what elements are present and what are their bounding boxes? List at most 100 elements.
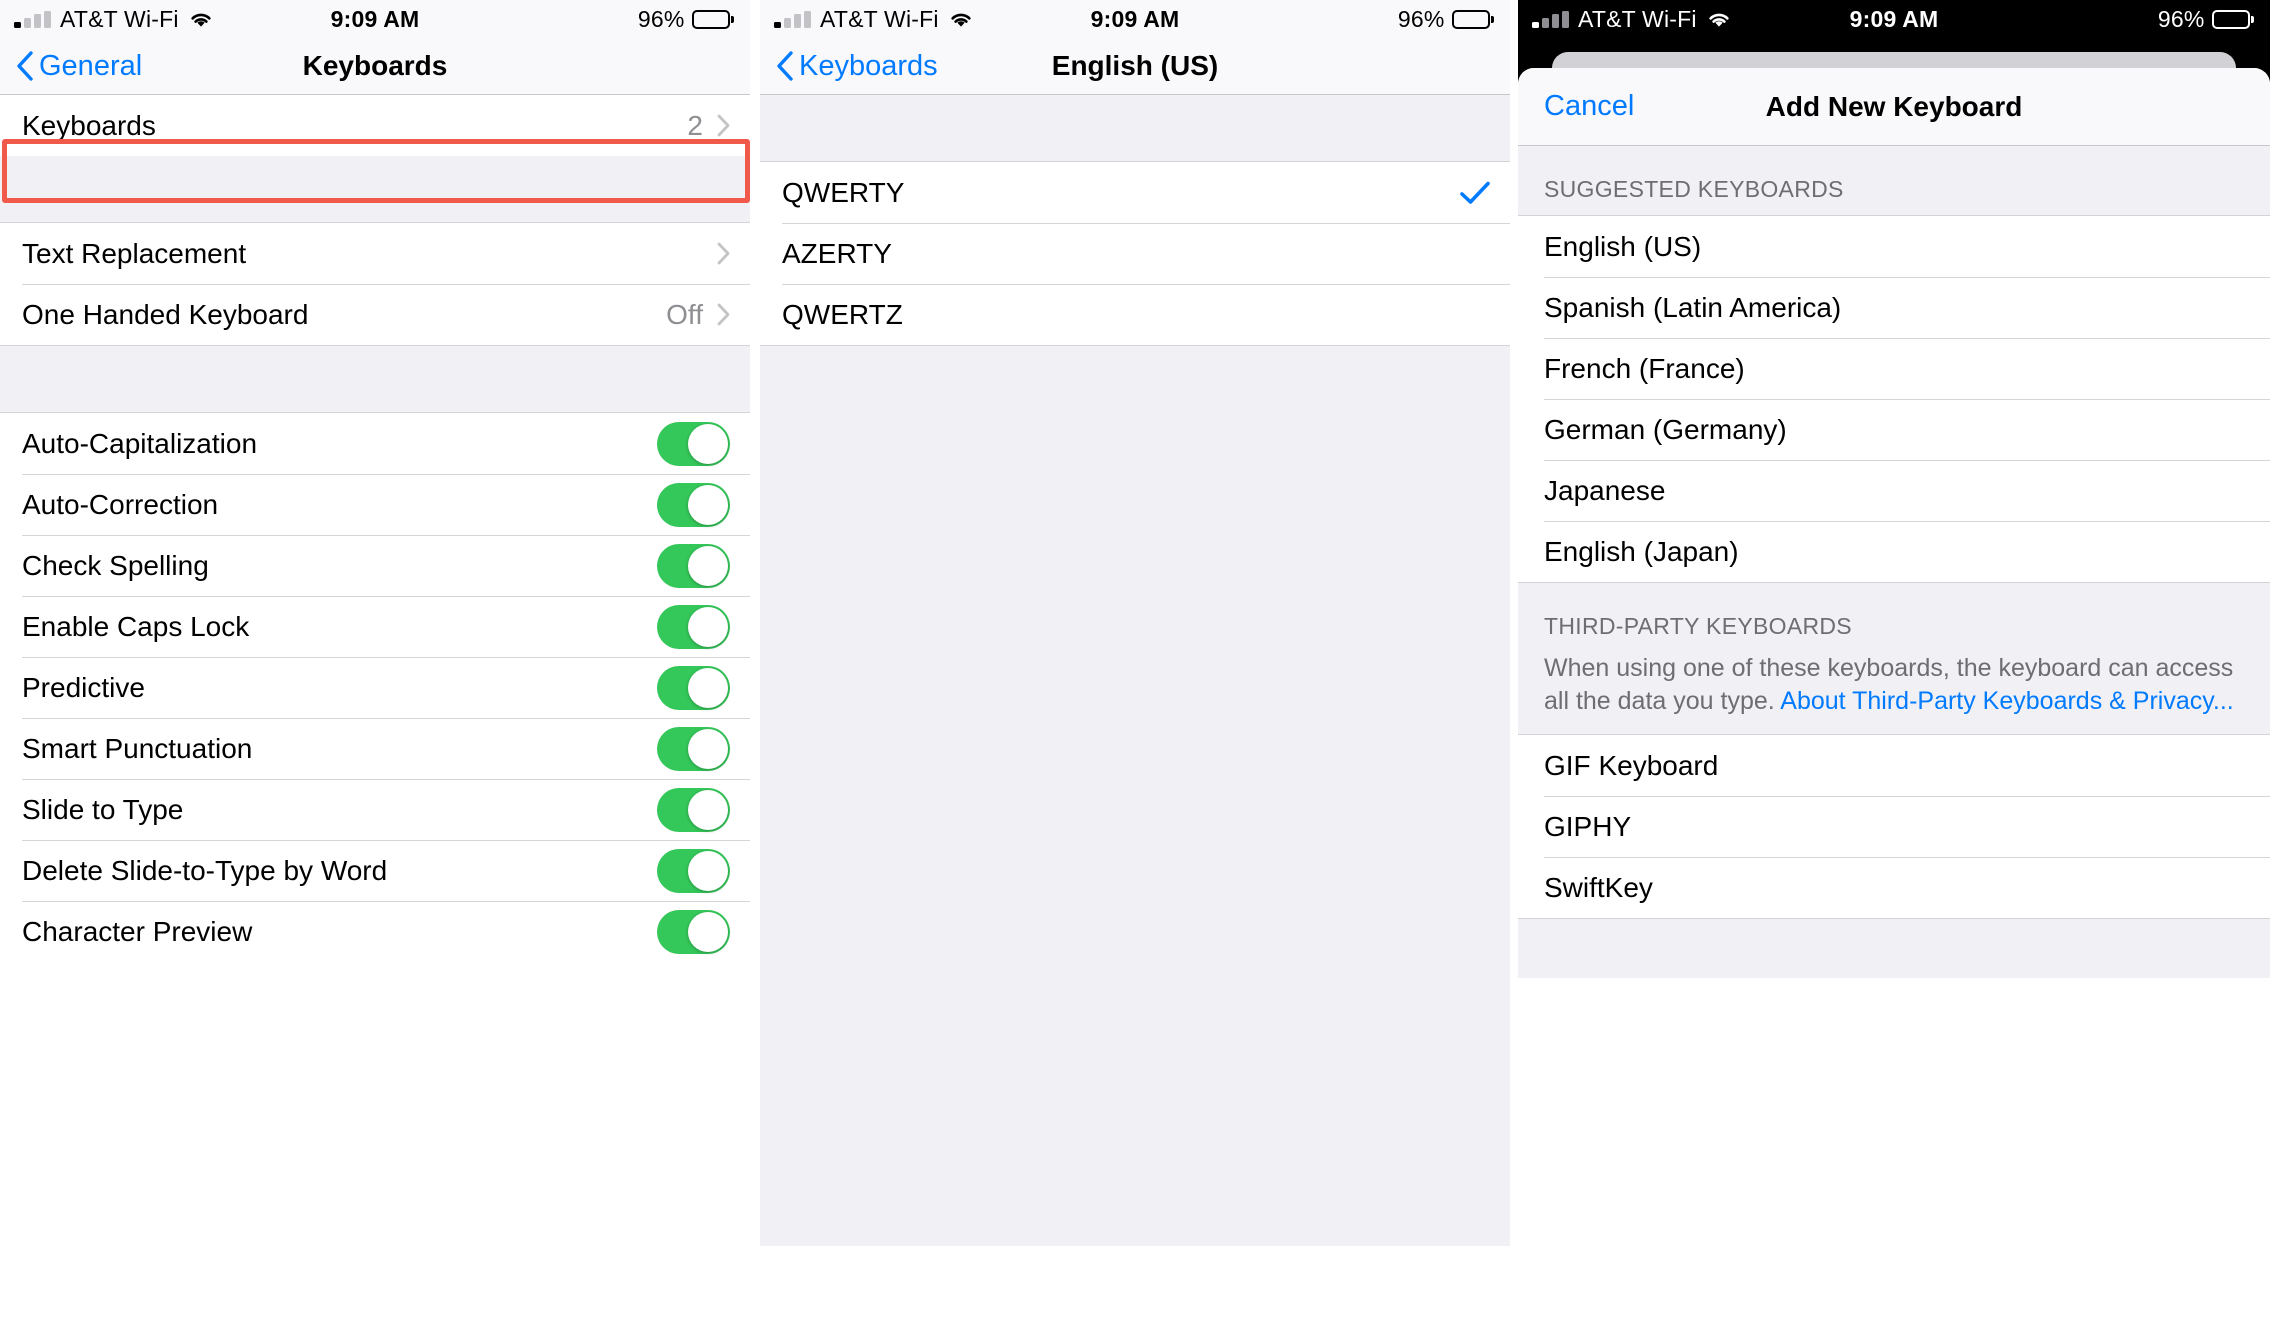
toggle-character-preview[interactable]	[657, 909, 730, 954]
row-giphy[interactable]: GIPHY	[1518, 796, 2270, 857]
row-label: Spanish (Latin America)	[1544, 291, 1842, 323]
row-label: French (France)	[1544, 352, 1745, 384]
row-label: Check Spelling	[22, 549, 209, 581]
group-separator-1	[0, 156, 750, 222]
row-label: Auto-Correction	[22, 488, 219, 520]
toggle-smart-punctuation[interactable]	[657, 726, 730, 771]
status-bar-right: 96%	[2158, 6, 2254, 33]
row-slide-to-type[interactable]: Slide to Type	[0, 779, 750, 840]
carrier-label: AT&T Wi-Fi	[1578, 5, 1697, 32]
row-label: Keyboards	[22, 109, 156, 141]
toggle-predictive[interactable]	[657, 665, 730, 710]
panel-divider-1	[750, 0, 760, 1334]
wifi-icon	[1708, 13, 1729, 27]
row-label: GIPHY	[1544, 810, 1632, 842]
row-label: GIF Keyboard	[1544, 749, 1719, 781]
row-english-japan[interactable]: English (Japan)	[1518, 521, 2270, 582]
row-label: Auto-Capitalization	[22, 427, 258, 459]
row-accessory	[1460, 181, 1490, 205]
chevron-right-icon	[717, 303, 730, 326]
status-bar-left: AT&T Wi-Fi	[1532, 6, 1732, 33]
sheet-nav-bar: Cancel Add New Keyboard	[1518, 68, 2270, 146]
settings-group-toggles: Auto-Capitalization Auto-Correction Chec…	[0, 412, 750, 962]
row-delete-slide-to-type-by-word[interactable]: Delete Slide-to-Type by Word	[0, 840, 750, 901]
settings-group-keyboards: Keyboards 2	[0, 95, 750, 156]
battery-icon	[2211, 9, 2254, 29]
third-party-privacy-link[interactable]: About Third-Party Keyboards & Privacy...	[1780, 687, 2233, 715]
toggle-check-spelling[interactable]	[657, 543, 730, 588]
status-bar-right: 96%	[1398, 6, 1494, 33]
toggle-slide-to-type[interactable]	[657, 787, 730, 832]
cancel-button[interactable]: Cancel	[1544, 90, 1634, 123]
row-auto-capitalization[interactable]: Auto-Capitalization	[0, 413, 750, 474]
row-predictive[interactable]: Predictive	[0, 657, 750, 718]
row-one-handed-keyboard[interactable]: One Handed Keyboard Off	[0, 284, 750, 345]
add-keyboard-sheet: Cancel Add New Keyboard SUGGESTED KEYBOA…	[1518, 68, 2270, 1334]
row-accessory	[703, 242, 730, 265]
row-gif-keyboard[interactable]: GIF Keyboard	[1518, 735, 2270, 796]
row-label: English (US)	[1544, 230, 1702, 262]
sheet-bottom-area	[1518, 918, 2270, 978]
row-character-preview[interactable]: Character Preview	[0, 901, 750, 962]
suggested-keyboards-list: English (US) Spanish (Latin America) Fre…	[1518, 215, 2270, 582]
row-qwerty[interactable]: QWERTY	[760, 162, 1510, 223]
row-label: Japanese	[1544, 474, 1666, 506]
row-label: One Handed Keyboard	[22, 298, 309, 330]
group-separator-top	[760, 95, 1510, 161]
carrier-label: AT&T Wi-Fi	[60, 5, 179, 32]
third-party-keyboards-list: GIF Keyboard GIPHY SwiftKey	[1518, 734, 2270, 918]
status-bar-left: AT&T Wi-Fi	[14, 6, 214, 33]
battery-percent-label: 96%	[1397, 5, 1445, 32]
layout-options-list: QWERTY AZERTY QWERTZ	[760, 161, 1510, 346]
chevron-left-icon	[777, 51, 793, 81]
status-bar-panel2: AT&T Wi-Fi 9:09 AM 96%	[760, 0, 1510, 38]
row-qwertz[interactable]: QWERTZ	[760, 284, 1510, 345]
battery-percent-label: 96%	[2157, 5, 2205, 32]
panel-divider-2	[1510, 0, 1518, 1334]
battery-icon	[691, 9, 734, 29]
row-check-spelling[interactable]: Check Spelling	[0, 535, 750, 596]
row-german-germany[interactable]: German (Germany)	[1518, 399, 2270, 460]
cellular-signal-icon	[774, 10, 811, 28]
cellular-signal-icon	[14, 10, 51, 28]
third-party-description: When using one of these keyboards, the k…	[1518, 652, 2270, 734]
row-keyboards[interactable]: Keyboards 2	[0, 95, 750, 156]
row-text-replacement[interactable]: Text Replacement	[0, 223, 750, 284]
panel-keyboards-settings: AT&T Wi-Fi 9:09 AM 96% General Keyboards…	[0, 0, 750, 1334]
nav-bar-panel1: General Keyboards	[0, 38, 750, 95]
back-button-general[interactable]: General	[16, 50, 142, 83]
row-label: Smart Punctuation	[22, 732, 253, 764]
status-bar-panel3: AT&T Wi-Fi 9:09 AM 96%	[1518, 0, 2270, 38]
toggle-enable-caps-lock[interactable]	[657, 604, 730, 649]
battery-percent-label: 96%	[637, 5, 685, 32]
row-label: SwiftKey	[1544, 871, 1653, 903]
row-swiftkey[interactable]: SwiftKey	[1518, 857, 2270, 918]
checkmark-icon	[1460, 181, 1490, 204]
wifi-icon	[190, 13, 211, 27]
row-auto-correction[interactable]: Auto-Correction	[0, 474, 750, 535]
row-label: Slide to Type	[22, 793, 184, 825]
toggle-auto-correction[interactable]	[657, 482, 730, 527]
row-label: Delete Slide-to-Type by Word	[22, 854, 388, 886]
chevron-right-icon	[717, 242, 730, 265]
toggle-delete-slide-to-type-by-word[interactable]	[657, 848, 730, 893]
chevron-left-icon	[17, 51, 33, 81]
row-smart-punctuation[interactable]: Smart Punctuation	[0, 718, 750, 779]
row-spanish-latin-america[interactable]: Spanish (Latin America)	[1518, 277, 2270, 338]
row-label: Predictive	[22, 671, 145, 703]
row-french-france[interactable]: French (France)	[1518, 338, 2270, 399]
row-label: AZERTY	[782, 237, 892, 269]
panel-english-us-layouts: AT&T Wi-Fi 9:09 AM 96% Keyboards English…	[760, 0, 1510, 1334]
row-japanese[interactable]: Japanese	[1518, 460, 2270, 521]
toggle-auto-capitalization[interactable]	[657, 421, 730, 466]
row-enable-caps-lock[interactable]: Enable Caps Lock	[0, 596, 750, 657]
row-label: Text Replacement	[22, 237, 247, 269]
row-label: QWERTY	[782, 176, 905, 208]
section-header-third-party: THIRD-PARTY KEYBOARDS	[1518, 582, 2270, 652]
row-english-us[interactable]: English (US)	[1518, 216, 2270, 277]
back-button-keyboards[interactable]: Keyboards	[776, 50, 938, 83]
row-azerty[interactable]: AZERTY	[760, 223, 1510, 284]
status-bar-left: AT&T Wi-Fi	[774, 6, 974, 33]
row-label: English (Japan)	[1544, 535, 1739, 567]
row-value: Off	[666, 298, 703, 330]
